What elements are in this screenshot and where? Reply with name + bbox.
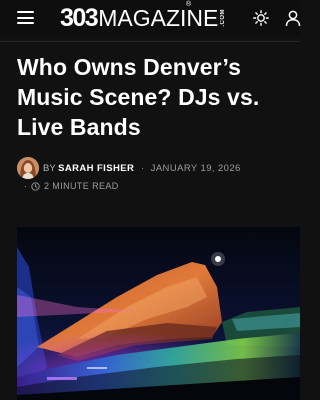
- site-logo[interactable]: 303 MAGAZINE .COM: [60, 3, 226, 33]
- article-hero-image[interactable]: [17, 227, 300, 400]
- registered-mark: ®: [186, 1, 192, 8]
- logo-number: 303: [60, 3, 99, 32]
- hamburger-menu-icon[interactable]: [17, 11, 34, 24]
- byline: BY SARAH FISHER · JANUARY 19, 2026: [43, 163, 241, 174]
- byline-prefix: BY: [43, 163, 56, 174]
- read-time-separator: ·: [24, 181, 27, 191]
- byline-separator: ·: [140, 163, 145, 174]
- publish-date: JANUARY 19, 2026: [150, 163, 241, 174]
- logo-suffix: .COM: [220, 9, 227, 27]
- logo-word: MAGAZINE: [98, 4, 219, 31]
- user-profile-icon[interactable]: [284, 9, 302, 27]
- sun-icon[interactable]: [253, 10, 269, 26]
- author-avatar[interactable]: [17, 157, 39, 179]
- clock-icon: [31, 181, 40, 191]
- author-link[interactable]: SARAH FISHER: [58, 163, 134, 174]
- top-navigation-bar: 303 MAGAZINE .COM ®: [0, 0, 302, 36]
- article-title: Who Owns Denver’s Music Scene? DJs vs. L…: [17, 54, 260, 140]
- header-divider: [0, 41, 300, 42]
- read-time-label: 2 MINUTE READ: [44, 181, 119, 191]
- read-time: · 2 MINUTE READ: [24, 181, 119, 191]
